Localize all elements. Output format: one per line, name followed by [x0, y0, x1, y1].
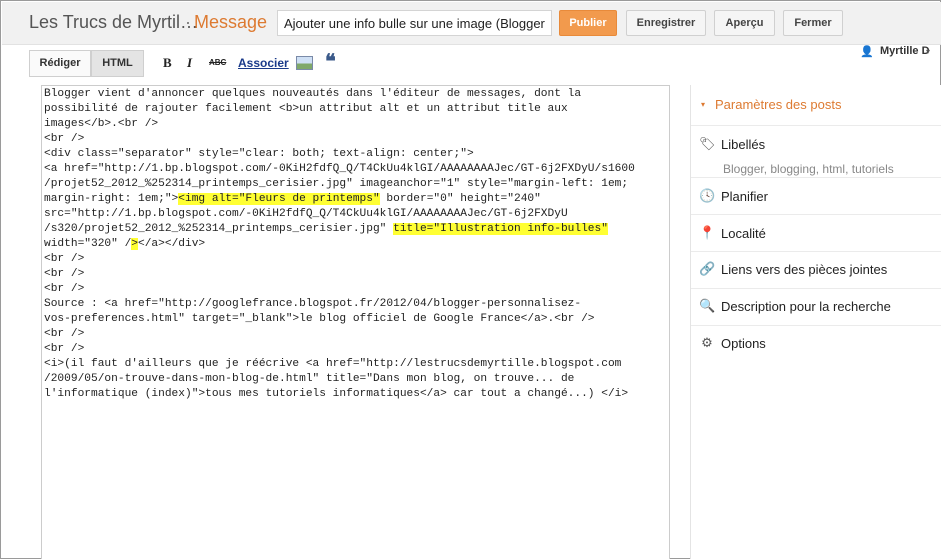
highlight-alt: <img alt="Fleurs de printemps": [178, 193, 380, 205]
tab-html[interactable]: HTML: [91, 50, 144, 77]
strikethrough-icon[interactable]: ABC: [209, 58, 226, 67]
sidebar-item-links[interactable]: 🔗 Liens vers des pièces jointes: [691, 251, 941, 288]
sidebar-item-labels[interactable]: 🏷 Libellés Blogger, blogging, html, tuto…: [691, 125, 941, 185]
gear-icon: ⚙: [701, 335, 713, 350]
editor-toolbar: Rédiger HTML B I ABC Associer ❝: [2, 45, 690, 85]
tab-compose[interactable]: Rédiger: [29, 50, 91, 77]
blog-name-link[interactable]: Les Trucs de Myrtil…: [29, 12, 198, 33]
chevron-down-icon: ▾: [926, 47, 931, 56]
close-button[interactable]: Fermer: [783, 10, 843, 36]
highlight-close: >: [131, 238, 138, 250]
search-icon: 🔍: [699, 298, 716, 313]
post-title-input[interactable]: [277, 10, 552, 36]
clock-icon: 🕓: [699, 188, 716, 203]
italic-icon[interactable]: I: [187, 55, 192, 71]
sidebar-item-schedule[interactable]: 🕓 Planifier: [691, 177, 941, 214]
link-button[interactable]: Associer: [238, 56, 289, 70]
html-editor-textarea[interactable]: Blogger vient d'annoncer quelques nouvea…: [41, 85, 670, 559]
save-button[interactable]: Enregistrer: [626, 10, 706, 36]
quote-icon[interactable]: ❝: [325, 49, 336, 74]
post-settings-header[interactable]: ▾ Paramètres des posts: [701, 97, 841, 112]
post-settings-sidebar: ▾ Paramètres des posts 🏷 Libellés Blogger…: [690, 85, 941, 559]
insert-image-icon[interactable]: [296, 56, 313, 70]
sidebar-item-search-description[interactable]: 🔍 Description pour la recherche: [691, 288, 941, 325]
sidebar-item-options[interactable]: ⚙ Options: [691, 325, 941, 362]
highlight-title: title="Illustration info-bulles": [393, 223, 608, 235]
top-bar: Les Trucs de Myrtil… · Message Publier E…: [2, 2, 941, 45]
tag-icon: 🏷: [699, 136, 716, 151]
triangle-down-icon: ▾: [701, 100, 706, 109]
page-title: Message: [194, 12, 268, 32]
editor-window: Les Trucs de Myrtil… · Message Publier E…: [0, 0, 941, 559]
html-source: Blogger vient d'annoncer quelques nouvea…: [44, 88, 635, 400]
publish-button[interactable]: Publier: [559, 10, 617, 36]
preview-button[interactable]: Aperçu: [714, 10, 775, 36]
breadcrumb-separator: ·: [185, 12, 191, 32]
location-pin-icon: 📍: [699, 225, 716, 240]
user-name: Myrtille D: [880, 45, 930, 57]
sidebar-item-location[interactable]: 📍 Localité: [691, 214, 941, 251]
bold-icon[interactable]: B: [163, 55, 172, 71]
avatar-icon: 👤: [860, 46, 874, 58]
link-icon: 🔗: [699, 261, 716, 276]
labels-value: Blogger, blogging, html, tutoriels: [723, 162, 894, 176]
